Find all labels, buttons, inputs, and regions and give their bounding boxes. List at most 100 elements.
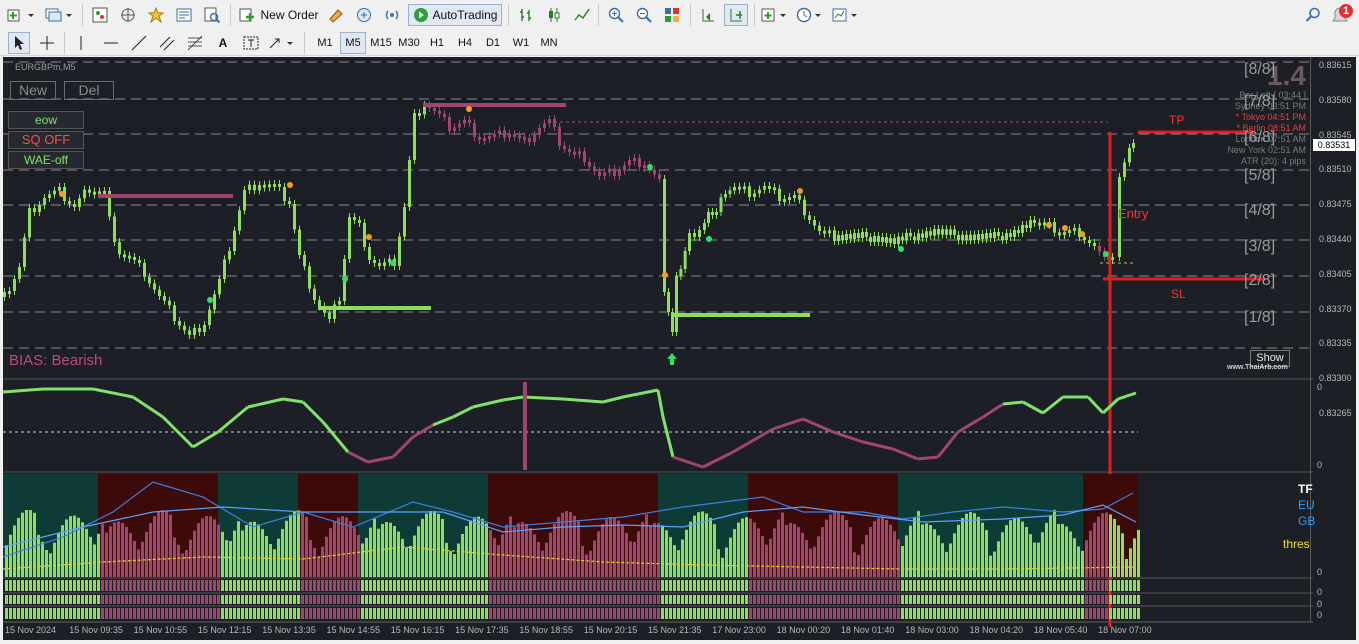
histogram-bar bbox=[101, 523, 104, 577]
timeframe-m15-button[interactable]: M15 bbox=[368, 32, 394, 54]
templates-icon[interactable] bbox=[830, 4, 862, 26]
candle bbox=[905, 232, 908, 241]
new-order-button[interactable]: New Order bbox=[236, 4, 322, 26]
cursor-icon[interactable] bbox=[8, 32, 30, 54]
channel-icon[interactable] bbox=[156, 32, 178, 54]
histogram-bar bbox=[865, 534, 868, 577]
vertical-line-icon[interactable] bbox=[70, 32, 92, 54]
horizontal-line-icon[interactable] bbox=[100, 32, 122, 54]
histogram-bar bbox=[417, 526, 420, 577]
sub-histogram-bar bbox=[913, 608, 916, 619]
autotrading-button[interactable]: AutoTrading bbox=[408, 4, 502, 26]
timeframe-h1-button[interactable]: H1 bbox=[424, 32, 450, 54]
tile-windows-icon[interactable] bbox=[660, 4, 684, 26]
histogram-bar bbox=[581, 545, 584, 577]
del-button[interactable]: Del bbox=[64, 81, 114, 100]
timeframe-w1-button[interactable]: W1 bbox=[508, 32, 534, 54]
profiles-icon[interactable] bbox=[42, 4, 76, 26]
candle bbox=[818, 225, 821, 231]
timeframe-mn-button[interactable]: MN bbox=[536, 32, 562, 54]
indicators-icon[interactable] bbox=[760, 4, 790, 26]
sub-histogram-bar bbox=[733, 580, 736, 591]
market-watch-icon[interactable] bbox=[88, 4, 112, 26]
trendline-icon[interactable] bbox=[128, 32, 150, 54]
fibonacci-icon[interactable] bbox=[184, 32, 206, 54]
signals-icon[interactable] bbox=[380, 4, 404, 26]
arrows-icon[interactable] bbox=[266, 32, 298, 54]
histogram-bar bbox=[1089, 530, 1092, 577]
sq-toggle[interactable]: SQ OFF bbox=[8, 131, 84, 149]
timeframe-m30-button[interactable]: M30 bbox=[396, 32, 422, 54]
navigator-icon[interactable] bbox=[172, 4, 196, 26]
candle bbox=[468, 120, 471, 123]
sub-histogram-bar bbox=[845, 580, 848, 591]
sub-histogram-bar bbox=[549, 608, 552, 619]
sub-histogram-bar bbox=[177, 595, 180, 604]
timeframe-m1-button[interactable]: M1 bbox=[312, 32, 338, 54]
crosshair-icon[interactable] bbox=[36, 32, 58, 54]
sub-histogram-bar bbox=[1005, 595, 1008, 604]
sub-histogram-bar bbox=[945, 608, 948, 619]
new-chart-icon[interactable] bbox=[4, 4, 38, 26]
line-chart-icon[interactable] bbox=[570, 4, 594, 26]
sub-histogram-bar bbox=[425, 580, 428, 591]
metaeditor-icon[interactable] bbox=[324, 4, 348, 26]
wae-toggle[interactable]: WAE-off bbox=[8, 151, 84, 169]
histogram-bar bbox=[1129, 548, 1132, 577]
zoom-out-icon[interactable] bbox=[632, 4, 656, 26]
sub-histogram-bar bbox=[1001, 595, 1004, 604]
histogram-bar bbox=[505, 524, 508, 577]
candle bbox=[568, 149, 571, 152]
sub-histogram-bar bbox=[973, 580, 976, 591]
timeframe-h4-button[interactable]: H4 bbox=[452, 32, 478, 54]
timeframe-m5-button[interactable]: M5 bbox=[340, 32, 366, 54]
text-tool-icon[interactable]: A bbox=[212, 32, 234, 54]
timeframe-d1-button[interactable]: D1 bbox=[480, 32, 506, 54]
histogram-bar bbox=[241, 530, 244, 577]
sub-scale-1: 0 bbox=[1317, 567, 1323, 577]
sub-histogram-bar bbox=[169, 595, 172, 604]
histogram-bar bbox=[181, 553, 184, 577]
candle bbox=[283, 187, 286, 201]
eow-toggle[interactable]: eow bbox=[8, 111, 84, 129]
periods-icon[interactable] bbox=[794, 4, 826, 26]
histogram-bar bbox=[245, 524, 248, 577]
signal-dot bbox=[647, 164, 653, 170]
histogram-bar bbox=[501, 534, 504, 577]
sub-histogram-bar bbox=[881, 595, 884, 604]
sub-histogram-bar bbox=[97, 608, 100, 619]
chart-shift-icon[interactable] bbox=[696, 4, 720, 26]
bar-chart-icon[interactable] bbox=[514, 4, 538, 26]
market-icon[interactable] bbox=[352, 4, 376, 26]
candle bbox=[308, 266, 311, 289]
sub-histogram-bar bbox=[761, 595, 764, 604]
crosshair-nav-icon[interactable] bbox=[116, 4, 140, 26]
sub-histogram-bar bbox=[381, 580, 384, 591]
sub-histogram-bar bbox=[613, 580, 616, 591]
autoscroll-icon[interactable] bbox=[724, 4, 748, 26]
zoom-in-icon[interactable] bbox=[604, 4, 628, 26]
chart-window[interactable]: EURGBPm,M5 New Del eow SQ OFF WAE-off BI… bbox=[3, 57, 1356, 640]
text-label-icon[interactable] bbox=[240, 32, 262, 54]
sub-histogram-bar bbox=[465, 595, 468, 604]
search-icon[interactable] bbox=[1302, 4, 1324, 26]
favorites-icon[interactable] bbox=[144, 4, 168, 26]
sub-histogram-bar bbox=[985, 608, 988, 619]
sub-histogram-bar bbox=[257, 580, 260, 591]
histogram-bar bbox=[69, 516, 72, 577]
sub-histogram-bar bbox=[757, 608, 760, 619]
chart-canvas[interactable] bbox=[3, 57, 1356, 640]
sub-histogram-bar bbox=[1137, 580, 1140, 591]
time-label: 18 Nov 07:00 bbox=[1098, 625, 1152, 635]
histogram-bar bbox=[173, 537, 176, 577]
new-button[interactable]: New bbox=[10, 81, 56, 100]
notifications-icon[interactable]: 1 bbox=[1328, 2, 1356, 28]
sub-histogram-bar bbox=[777, 595, 780, 604]
strategy-tester-icon[interactable] bbox=[200, 4, 224, 26]
sub-histogram-bar bbox=[149, 580, 152, 591]
sub-histogram-bar bbox=[561, 608, 564, 619]
sub-histogram-bar bbox=[609, 595, 612, 604]
candlestick-icon[interactable] bbox=[542, 4, 566, 26]
sub-histogram-bar bbox=[337, 608, 340, 619]
sub-histogram-bar bbox=[801, 580, 804, 591]
